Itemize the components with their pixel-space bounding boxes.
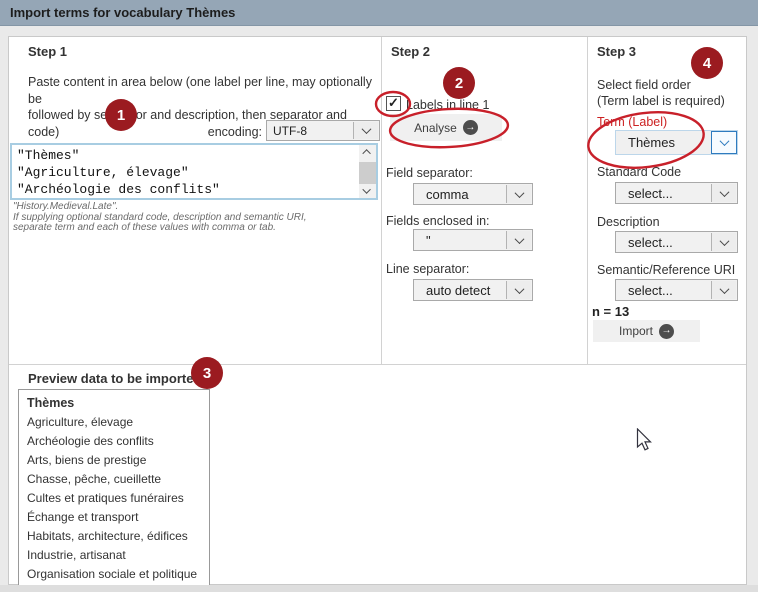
field-separator-select[interactable]: comma [413,183,533,205]
line-separator-value: auto detect [414,280,506,300]
description-label: Description [597,215,660,229]
line-separator-label: Line separator: [386,262,469,276]
field-separator-label: Field separator: [386,166,473,180]
chevron-down-icon [711,281,736,299]
textarea-scrollbar[interactable] [359,145,376,198]
list-item[interactable]: Échange et transport [19,508,209,527]
import-button-label: Import [619,324,653,338]
checkmark-icon: ✓ [388,96,399,109]
semantic-uri-value: select... [616,280,711,300]
analyse-button-label: Analyse [414,121,457,135]
analyse-button[interactable]: Analyse → [390,114,502,141]
standard-code-label: Standard Code [597,165,681,179]
fields-enclosed-select[interactable]: " [413,229,533,251]
step3-title: Step 3 [597,44,636,59]
semantic-uri-select[interactable]: select... [615,279,738,301]
step1-title: Step 1 [28,44,67,59]
list-item[interactable]: Cultes et pratiques funéraires [19,489,209,508]
scrollbar-thumb[interactable] [359,162,376,184]
step2-title: Step 2 [391,44,430,59]
encoding-select[interactable]: UTF-8 [266,120,380,141]
list-item[interactable]: Arts, biens de prestige [19,451,209,470]
annotation-badge-3: 3 [191,357,223,389]
arrow-right-icon: → [659,324,674,339]
list-item[interactable]: Chasse, pêche, cueillette [19,470,209,489]
preview-list[interactable]: ThèmesAgriculture, élevageArchéologie de… [18,389,210,592]
field-separator-value: comma [414,184,506,204]
standard-code-value: select... [616,183,711,203]
term-select[interactable]: Thèmes [615,130,738,155]
bottom-stripe [0,585,758,592]
list-item[interactable]: Organisation sociale et politique [19,565,209,584]
annotation-badge-4: 4 [691,47,723,79]
column-divider-1 [381,37,382,364]
fields-enclosed-value: " [414,230,506,250]
dialog-title: Import terms for vocabulary Thèmes [10,0,235,26]
step1-note: "History.Medieval.Late". If supplying op… [13,202,373,234]
term-count: n = 13 [592,304,629,319]
list-item[interactable]: Agriculture, élevage [19,413,209,432]
encoding-label: encoding: [180,125,262,139]
encoding-value: UTF-8 [267,121,353,140]
labels-in-line1-checkbox[interactable]: ✓ [386,96,401,111]
semantic-uri-label: Semantic/Reference URI [597,263,735,277]
preview-title: Preview data to be imported [28,371,201,386]
description-select[interactable]: select... [615,231,738,253]
import-terms-dialog: Import terms for vocabulary Thèmes Step … [0,0,758,592]
line-separator-select[interactable]: auto detect [413,279,533,301]
list-item[interactable]: Habitats, architecture, édifices [19,527,209,546]
dialog-titlebar: Import terms for vocabulary Thèmes [0,0,758,26]
chevron-down-icon [711,184,736,202]
term-select-value: Thèmes [616,131,711,154]
chevron-down-icon [506,231,531,249]
chevron-down-icon [506,185,531,203]
column-divider-2 [587,37,588,364]
import-button[interactable]: Import → [593,320,700,342]
list-item[interactable]: Industrie, artisanat [19,546,209,565]
scroll-up-icon[interactable] [359,145,376,159]
list-item[interactable]: Thèmes [19,394,209,413]
description-value: select... [616,232,711,252]
annotation-badge-1: 1 [105,99,137,131]
standard-code-select[interactable]: select... [615,182,738,204]
chevron-down-icon [711,131,737,154]
select-field-order-label: Select field order [597,78,691,92]
section-divider [9,364,746,365]
term-label: Term (Label) [597,115,667,129]
list-item[interactable]: Archéologie des conflits [19,432,209,451]
fields-enclosed-label: Fields enclosed in: [386,214,490,228]
chevron-down-icon [353,122,378,139]
chevron-down-icon [506,281,531,299]
scroll-down-icon[interactable] [359,184,376,198]
annotation-badge-2: 2 [443,67,475,99]
paste-textarea[interactable]: "Thèmes" "Agriculture, élevage" "Archéol… [10,143,378,200]
labels-in-line1-label: Labels in line 1 [406,98,489,112]
paste-textarea-content: "Thèmes" "Agriculture, élevage" "Archéol… [17,147,356,198]
arrow-right-icon: → [463,120,478,135]
term-required-note: (Term label is required) [597,94,725,108]
chevron-down-icon [711,233,736,251]
